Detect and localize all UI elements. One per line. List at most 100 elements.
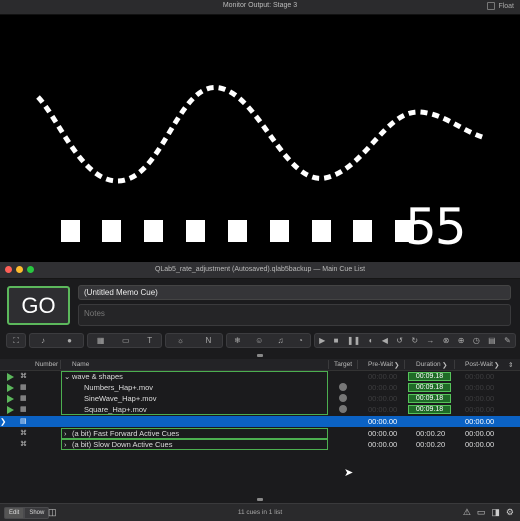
cue-postwait[interactable]: 00:00.00 (465, 417, 494, 426)
table-row[interactable]: ⌘ ⌄ wave & shapes 00:00.00 00:09.18 00:0… (0, 371, 520, 415)
pause-icon[interactable]: ❚❚ (347, 336, 360, 345)
cue-postwait[interactable]: 00:00.00 (465, 429, 494, 438)
table-row[interactable]: ▦ SineWave_Hap+.mov 00:00.00 00:09.18 00… (0, 393, 520, 404)
target-icon[interactable] (339, 405, 347, 413)
text-icon[interactable]: T (147, 336, 152, 345)
cue-prewait[interactable]: 00:00.00 (368, 429, 397, 438)
target-icon[interactable] (339, 394, 347, 402)
column-divider[interactable] (454, 360, 455, 369)
table-row[interactable]: ▦ Square_Hap+.mov 00:00.00 00:09.18 00:0… (0, 404, 520, 415)
column-divider[interactable] (357, 360, 358, 369)
cue-duration[interactable]: 00:00.20 (416, 429, 445, 438)
devamp-icon[interactable]: ↺ (396, 336, 403, 345)
goto-icon[interactable]: ↻ (411, 336, 418, 345)
column-divider[interactable] (60, 360, 61, 369)
splitter-grip[interactable] (257, 498, 263, 501)
network-icon[interactable]: N (206, 336, 212, 345)
memo-icon[interactable]: ▤ (488, 336, 496, 345)
column-options-icon[interactable]: ⇕ (508, 361, 513, 369)
playing-indicator-icon (7, 395, 14, 403)
window-title: QLab5_rate_adjustment (Autosaved).qlab5b… (154, 266, 366, 273)
cue-postwait[interactable]: 00:00.00 (465, 394, 494, 403)
cue-prewait[interactable]: 00:00.00 (368, 417, 397, 426)
script-icon[interactable]: ✎ (504, 336, 511, 345)
float-toggle[interactable]: Float (487, 2, 514, 10)
group-cue-icon: ⌘ (20, 373, 27, 380)
cue-name: (a bit) Fast Forward Active Cues (72, 429, 180, 438)
fade-icon[interactable]: ♫ (278, 336, 284, 345)
float-checkbox[interactable] (487, 2, 496, 10)
header-duration[interactable]: Duration (416, 361, 441, 368)
column-divider[interactable] (328, 360, 329, 369)
table-row-selected[interactable]: ❯ ▤ 00:00.00 00:00.00 (0, 416, 520, 427)
disarm-icon[interactable]: ⊕ (458, 336, 465, 345)
toolbar-group-light: ☼ N (165, 333, 223, 348)
toolbar-group-actions: ▶ ■ ❚❚ ◐ ◀ ↺ ↻ → ⊗ ⊕ ◷ ▤ ✎ (314, 333, 516, 348)
table-row[interactable]: ⌘ › (a bit) Fast Forward Active Cues 00:… (0, 428, 520, 439)
collapse-chevron-icon[interactable]: › (64, 440, 67, 449)
list-splitter[interactable] (0, 498, 520, 502)
header-target[interactable]: Target (334, 361, 352, 368)
video-icon[interactable]: ▦ (97, 336, 105, 345)
target-icon[interactable]: → (426, 336, 434, 345)
splitter-grip[interactable] (257, 354, 263, 357)
cue-postwait[interactable]: 00:00.00 (465, 372, 494, 381)
target-icon[interactable] (339, 383, 347, 391)
monitor-output-window: Monitor Output: Stage 3 Float 55 (0, 0, 520, 262)
timecode-icon[interactable]: ❄ (234, 336, 241, 345)
inspector-toggle-icon[interactable]: ◨ (491, 507, 500, 518)
cue-name: Numbers_Hap+.mov (84, 383, 153, 392)
group-icon[interactable]: ◔ (298, 336, 303, 345)
chevron-right-icon[interactable]: ❯ (442, 361, 447, 369)
table-row[interactable]: ⌘ › (a bit) Slow Down Active Cues 00:00.… (0, 439, 520, 450)
expand-chevron-icon[interactable]: ⌄ (64, 372, 70, 381)
stop-icon[interactable]: ■ (334, 336, 339, 345)
cue-duration[interactable]: 00:09.18 (408, 372, 451, 381)
midi-icon[interactable]: ☺ (255, 336, 263, 345)
go-button[interactable]: GO (7, 286, 70, 325)
load-icon[interactable]: ◐ (369, 336, 374, 345)
cue-name: wave & shapes (72, 372, 123, 381)
cue-prewait[interactable]: 00:00.00 (368, 394, 397, 403)
chevron-right-icon[interactable]: ❯ (494, 361, 499, 369)
cue-name-field[interactable]: (Untitled Memo Cue) (78, 285, 511, 300)
settings-gear-icon[interactable]: ⚙ (506, 507, 514, 518)
cue-name: Square_Hap+.mov (84, 405, 147, 414)
table-row[interactable]: ▦ Numbers_Hap+.mov 00:00.00 00:09.18 00:… (0, 382, 520, 393)
column-divider[interactable] (404, 360, 405, 369)
inspector-splitter[interactable] (0, 354, 520, 358)
camera-icon[interactable]: ▭ (122, 336, 130, 345)
cue-duration[interactable]: 00:09.18 (408, 383, 451, 392)
toolbar-group-fullscreen: ⛶ (6, 333, 26, 348)
cue-prewait[interactable]: 00:00.00 (368, 383, 397, 392)
lists-icon[interactable]: ▭ (477, 507, 486, 518)
monitor-title: Monitor Output: Stage 3 (222, 2, 298, 9)
mic-icon[interactable]: ● (67, 336, 72, 345)
cue-prewait[interactable]: 00:00.00 (368, 440, 397, 449)
memo-cue-icon: ▤ (20, 418, 27, 425)
play-icon[interactable]: ▶ (319, 336, 325, 345)
cue-duration[interactable]: 00:00.20 (416, 440, 445, 449)
light-icon[interactable]: ☼ (177, 336, 184, 345)
warning-icon[interactable]: ⚠ (463, 507, 471, 518)
audio-icon[interactable]: ♪ (41, 336, 45, 345)
header-postwait[interactable]: Post-Wait (465, 361, 493, 368)
cue-postwait[interactable]: 00:00.00 (465, 383, 494, 392)
cue-postwait[interactable]: 00:00.00 (465, 440, 494, 449)
cue-duration[interactable]: 00:09.18 (408, 405, 451, 414)
playing-indicator-icon (7, 373, 14, 381)
chevron-right-icon[interactable]: ❯ (394, 361, 399, 369)
header-name[interactable]: Name (72, 361, 89, 368)
cue-postwait[interactable]: 00:00.00 (465, 405, 494, 414)
arm-icon[interactable]: ⊗ (443, 336, 450, 345)
cue-prewait[interactable]: 00:00.00 (368, 405, 397, 414)
header-number[interactable]: Number (35, 361, 58, 368)
wait-icon[interactable]: ◷ (473, 336, 480, 345)
notes-field[interactable]: Notes (78, 304, 511, 326)
reset-icon[interactable]: ◀ (382, 336, 388, 345)
fullscreen-icon[interactable]: ⛶ (13, 336, 19, 345)
collapse-chevron-icon[interactable]: › (64, 429, 67, 438)
cue-prewait[interactable]: 00:00.00 (368, 372, 397, 381)
header-prewait[interactable]: Pre-Wait (368, 361, 393, 368)
cue-duration[interactable]: 00:09.18 (408, 394, 451, 403)
